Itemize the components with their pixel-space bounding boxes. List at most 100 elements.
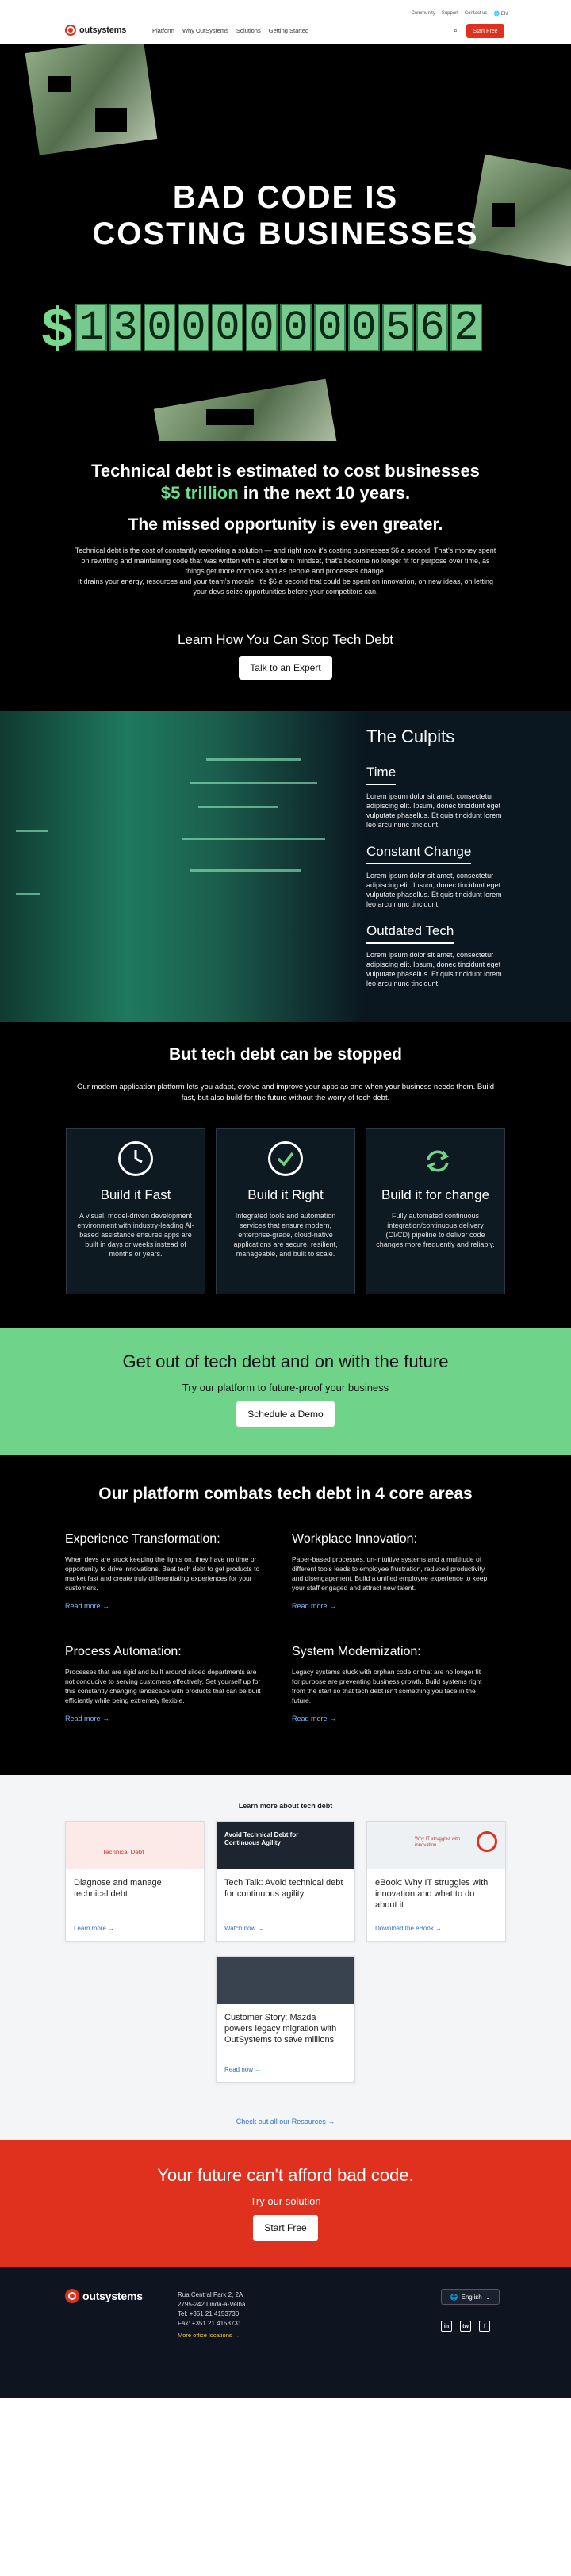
resource-link[interactable]: Read now → [217,2066,269,2073]
feature-title: Build it for change [381,1187,490,1202]
language-select[interactable]: 🌐 English ⌄ [441,2289,500,2305]
linkedin-icon[interactable]: in [441,2321,452,2332]
resource-link[interactable]: Learn more → [66,1925,122,1932]
address-line: Rua Central Park 2, 2A [178,2291,243,2298]
nav-item-getting-started[interactable]: Getting Started [269,27,308,34]
resource-title: Customer Story: Mazda powers legacy migr… [224,2013,337,2045]
feature-text: Integrated tools and automation services… [233,1212,338,1258]
start-free-button[interactable]: Start Free [253,2215,318,2241]
read-more-link[interactable]: Read more → [292,1602,336,1610]
language-value: English [461,2293,482,2301]
culprit-text: Lorem ipsum dolor sit amet, consectetur … [366,792,502,829]
counter-digit: 0 [348,304,380,351]
pillar-title: Process Automation: [65,1645,182,1658]
check-circle-icon [268,1141,303,1176]
utility-link-community[interactable]: Community [411,11,435,17]
all-resources-link[interactable]: Check out all our Resources → [0,2118,571,2126]
stopped-lead: Our modern application platform lets you… [77,1083,494,1102]
resources-section: Learn more about tech debt Technical Deb… [0,1775,571,2140]
pillar-text: Processes that are rigid and built aroun… [65,1668,261,1704]
culprits-section: The Culpits Time Lorem ipsum dolor sit a… [0,711,571,1022]
feature-card: Build it for change Fully automated cont… [366,1128,505,1294]
resource-thumb-text: Avoid Technical Debt for Continuous Agil… [224,1831,299,1846]
resource-card[interactable]: Technical Debt Diagnose and manage techn… [65,1821,205,1942]
culprits-title: The Culpits [366,726,455,746]
pillars-section: Our platform combats tech debt in 4 core… [0,1455,571,1775]
culprits-panel: The Culpits Time Lorem ipsum dolor sit a… [366,726,509,1002]
counter-digit: 0 [314,304,346,351]
utility-link-contact[interactable]: Contact us [465,11,488,17]
search-icon[interactable]: ⌕ [454,26,458,35]
intro-subhead: The missed opportunity is even greater. [128,516,443,534]
nav-item-solutions[interactable]: Solutions [236,27,261,34]
intro-body-1: Technical debt is the cost of constantly… [75,546,496,575]
red-cta-title: Your future can't afford bad code. [157,2165,414,2185]
code-line-decoration [190,869,301,872]
utility-nav: Community Support Contact us 🌐 EN [411,11,508,17]
counter-digit: 1 [75,304,107,351]
resource-card[interactable]: Avoid Technical Debt for Continuous Agil… [216,1821,355,1942]
resource-thumbnail: Why IT struggles with innovation [367,1822,505,1869]
hero-title-line1: BAD CODE IS [172,180,399,215]
start-free-button[interactable]: Start Free [466,24,504,38]
pillar-item: Workplace Innovation: Paper-based proces… [292,1532,490,1612]
resource-card[interactable]: Why IT struggles with innovation eBook: … [366,1821,506,1942]
logo[interactable]: outsystems [65,25,126,36]
facebook-icon[interactable]: f [479,2321,490,2332]
pixel-decoration [48,76,71,92]
pillar-item: Experience Transformation: When devs are… [65,1532,263,1612]
stopped-section: But tech debt can be stopped Our modern … [0,1022,571,1328]
logo-mark-icon [65,25,76,36]
intro-body-2: It drains your energy, resources and you… [77,577,494,596]
read-more-label: Read more [65,1715,101,1723]
globe-icon: 🌐 [450,2293,458,2301]
money-bill-image [25,44,158,155]
pillar-text: When devs are stuck keeping the lights o… [65,1555,260,1592]
code-line-decoration [182,838,325,840]
nav-item-why-outsystems[interactable]: Why OutSystems [182,27,228,34]
schedule-demo-button[interactable]: Schedule a Demo [236,1401,335,1427]
feature-card: Build it Fast A visual, model-driven dev… [66,1128,205,1294]
clock-icon [118,1141,153,1176]
pixel-decoration [206,409,254,425]
twitter-icon[interactable]: tw [460,2321,471,2332]
resource-link-label: Read now [224,2066,254,2073]
talk-to-expert-button[interactable]: Talk to an Expert [239,656,332,680]
counter-digit: 6 [416,304,448,351]
resource-link-label: Watch now [224,1925,256,1932]
read-more-link[interactable]: Read more → [292,1715,336,1723]
resource-link-label: Download the eBook [375,1925,434,1932]
donut-chart-icon [477,1831,497,1852]
resource-link-label: Learn more [74,1925,106,1932]
resource-thumb-text: Technical Debt [102,1849,144,1856]
footer-logo[interactable]: outsystems [65,2289,143,2303]
nav-item-platform[interactable]: Platform [152,27,174,34]
resource-link[interactable]: Watch now → [217,1925,272,1932]
intro-headline: Technical debt is estimated to cost busi… [0,460,571,504]
pillar-title: Workplace Innovation: [292,1532,418,1546]
resource-thumbnail [217,1957,354,2004]
culprit-title: Time [366,765,397,785]
utility-link-support[interactable]: Support [442,11,458,17]
red-cta-section: Your future can't afford bad code. Try o… [0,2140,571,2267]
more-offices-link[interactable]: More office locations → [178,2332,240,2339]
counter-digit: 0 [144,304,175,351]
pillars-title: Our platform combats tech debt in 4 core… [98,1485,473,1503]
read-more-label: Read more [292,1602,328,1610]
resource-link[interactable]: Download the eBook → [367,1925,450,1932]
resource-title: eBook: Why IT struggles with innovation … [375,1878,489,1910]
logo-mark-icon [65,2289,79,2303]
read-more-label: Read more [65,1602,101,1610]
read-more-label: Read more [292,1715,328,1723]
counter-digit: 0 [246,304,278,351]
main-nav: Platform Why OutSystems Solutions Gettin… [152,27,308,34]
green-cta-title: Get out of tech debt and on with the fut… [122,1351,449,1371]
resource-thumbnail: Technical Debt [66,1822,204,1869]
read-more-link[interactable]: Read more → [65,1715,109,1723]
culprit-text: Lorem ipsum dolor sit amet, consectetur … [366,872,502,908]
page-bottom-space [0,2398,571,2497]
read-more-link[interactable]: Read more → [65,1602,109,1610]
resource-card[interactable]: Customer Story: Mazda powers legacy migr… [216,1956,355,2083]
feature-card: Build it Right Integrated tools and auto… [216,1128,355,1294]
language-switch[interactable]: 🌐 EN [494,11,508,17]
